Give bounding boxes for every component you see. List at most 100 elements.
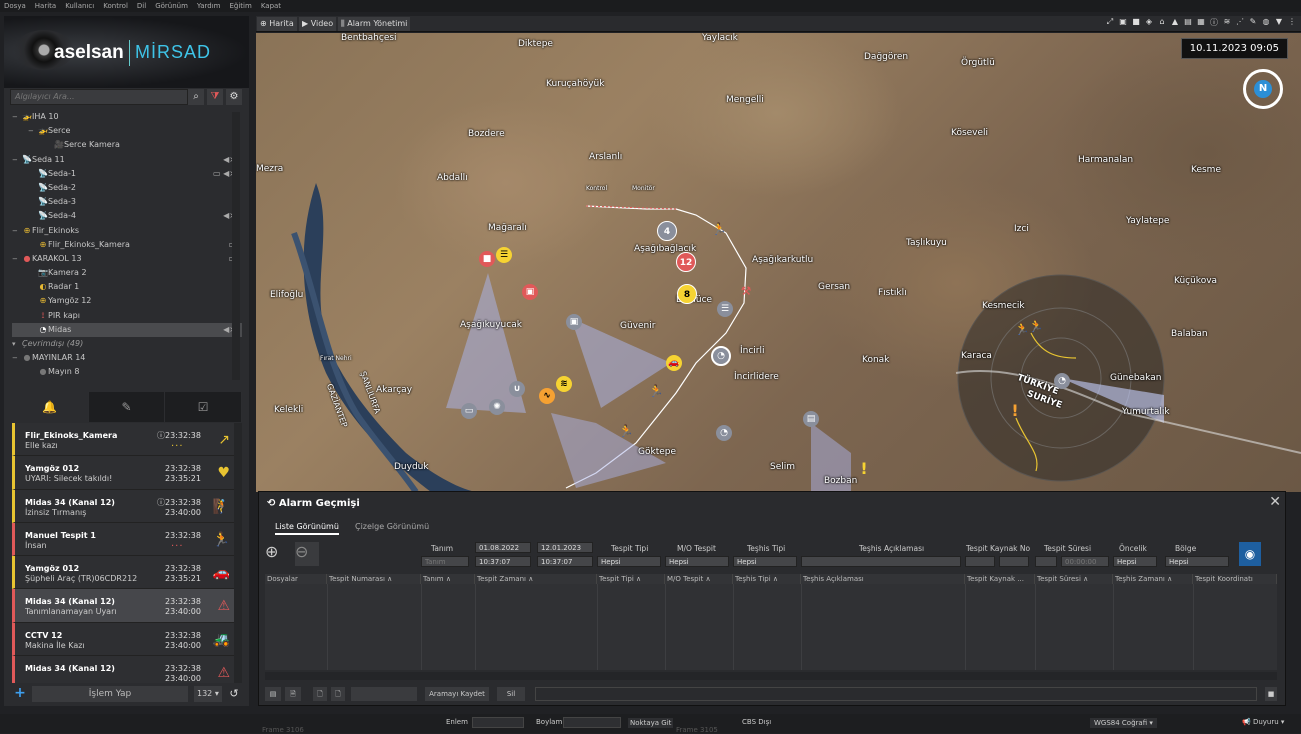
- menu-item-5[interactable]: Görünüm: [155, 2, 188, 10]
- doc-icon[interactable]: 🗋: [331, 687, 345, 701]
- tree-item[interactable]: 📡Seda-1 ▭ ◀×: [12, 167, 242, 181]
- search-icon[interactable]: ⌕: [188, 89, 204, 105]
- tree-item[interactable]: − 🚁IHA 10: [12, 110, 242, 124]
- alert-cluster[interactable]: 8: [677, 284, 697, 304]
- menu-item-2[interactable]: Kullanıcı: [65, 2, 94, 10]
- person-icon[interactable]: 🏃: [1028, 318, 1044, 334]
- camera-marker-icon[interactable]: ▣: [566, 314, 582, 330]
- signal-marker-icon[interactable]: ≋: [556, 376, 572, 392]
- tanim-input[interactable]: Tanım: [421, 556, 469, 567]
- count-select[interactable]: 132 ▾: [194, 686, 222, 702]
- tree-item[interactable]: − 🚁Serce: [12, 124, 242, 138]
- alert-item[interactable]: Midas 34 (Kanal 12) İzinsiz Tırmanış ⓘ 23:3…: [12, 489, 234, 523]
- kaynak-input-2[interactable]: [999, 556, 1029, 567]
- kaynak-input[interactable]: [965, 556, 995, 567]
- tab-timeline-view[interactable]: Çizelge Görünümü: [355, 522, 429, 531]
- mo-select[interactable]: Hepsi: [665, 556, 729, 567]
- saved-search-select[interactable]: [351, 687, 417, 701]
- aciklama-input[interactable]: [801, 556, 961, 567]
- expand-icon[interactable]: ▾: [12, 337, 22, 351]
- pencil-icon[interactable]: ✎: [89, 392, 166, 422]
- alert-cluster[interactable]: 4: [657, 221, 677, 241]
- lat-input[interactable]: [472, 717, 524, 728]
- tab-list-view[interactable]: Liste Görünümü: [275, 522, 339, 535]
- query-field[interactable]: [535, 687, 1257, 701]
- checkbox-icon[interactable]: ☑: [165, 392, 243, 422]
- save-icon[interactable]: 🗎: [285, 687, 301, 701]
- draw-icon[interactable]: ✎: [1248, 17, 1258, 29]
- oncelik-select[interactable]: Hepsi: [1113, 556, 1157, 567]
- action-button[interactable]: İşlem Yap: [32, 686, 188, 702]
- bell-icon[interactable]: 🔔: [12, 392, 89, 422]
- save-search-button[interactable]: Aramayı Kaydet: [425, 687, 489, 701]
- sensor-marker-icon[interactable]: ▤: [803, 411, 819, 427]
- tree-item[interactable]: − ● MAYINLAR 14: [12, 351, 242, 365]
- teshis-select[interactable]: Hepsi: [733, 556, 797, 567]
- tree-item[interactable]: ⊕ Yamgöz 12: [12, 294, 242, 308]
- more-icon[interactable]: ⋮: [1287, 17, 1297, 29]
- table-column-header[interactable]: Teşhis Zamanı ∧: [1113, 574, 1193, 584]
- alert-cluster[interactable]: 12: [676, 252, 696, 272]
- display-icon[interactable]: ▤: [1183, 17, 1193, 29]
- expand-icon[interactable]: −: [12, 110, 22, 124]
- camera-icon[interactable]: ▣: [1118, 17, 1128, 29]
- stack-icon[interactable]: ≋: [1222, 17, 1232, 29]
- grid-icon[interactable]: ▦: [1196, 17, 1206, 29]
- tree-item[interactable]: 📡Seda-2: [12, 181, 242, 195]
- menu-item-3[interactable]: Kontrol: [103, 2, 128, 10]
- table-column-header[interactable]: Tespit Tipi ∧: [597, 574, 665, 584]
- sun-marker-icon[interactable]: ✺: [489, 399, 505, 415]
- alert-item[interactable]: Flir_Ekinoks_Kamera Elle kazı ⓘ 23:32:38...…: [12, 423, 234, 457]
- tree-item[interactable]: 📡Seda-3: [12, 195, 242, 209]
- warning-icon[interactable]: !: [856, 461, 872, 477]
- magnet-marker-icon[interactable]: ∪: [509, 381, 525, 397]
- tree-item[interactable]: − 📡Seda 11 ◀×: [12, 153, 242, 167]
- alert-item[interactable]: Yamgöz 012 UYARI: Silecek takıldı! 23:32:3…: [12, 456, 234, 490]
- radar-marker-icon[interactable]: ◔: [1054, 373, 1070, 389]
- pdf-icon[interactable]: 🗋: [313, 687, 327, 701]
- list-marker-icon[interactable]: ☰: [717, 301, 733, 317]
- compass-icon[interactable]: N: [1243, 69, 1283, 109]
- tree-item[interactable]: ▾ Çevrimdışı (49): [12, 337, 242, 351]
- tree-item[interactable]: ● Mayın 8: [12, 365, 242, 379]
- terrain-icon[interactable]: ▲: [1170, 17, 1180, 29]
- sure-input[interactable]: 00:00:00: [1061, 556, 1109, 567]
- camera-marker-icon[interactable]: ■: [479, 251, 495, 267]
- table-column-header[interactable]: Tanım ∧: [421, 574, 475, 584]
- eye-icon[interactable]: ◉: [1239, 542, 1261, 566]
- person-icon[interactable]: 🏃: [618, 423, 634, 439]
- bolge-select[interactable]: Hepsi: [1165, 556, 1229, 567]
- tree-item[interactable]: − ⊕ Flir_Ekinoks: [12, 224, 242, 238]
- tree-item[interactable]: ⊕Flir_Ekinoks_Kamera▭: [12, 238, 242, 252]
- alert-item[interactable]: CCTV 12 Makina İle Kazı 23:32:38 23:40:00 🚜: [12, 622, 234, 657]
- menu-item-8[interactable]: Kapat: [261, 2, 281, 10]
- expand-icon[interactable]: −: [12, 351, 22, 365]
- excavator-icon[interactable]: ⚒: [738, 283, 754, 299]
- table-column-header[interactable]: Tespit Kaynak ...: [965, 574, 1035, 584]
- alert-item[interactable]: Manuel Tespit 1 İnsan 23:32:38... 🏃: [12, 522, 234, 557]
- sensor-search-input[interactable]: Algılayıcı Ara...: [10, 89, 188, 105]
- tab-video[interactable]: ▶ Video: [299, 17, 337, 31]
- vehicle-marker-icon[interactable]: 🚗: [666, 355, 682, 371]
- tree-item[interactable]: 📷Kamera 2: [12, 266, 242, 280]
- camera-marker-icon[interactable]: ▣: [522, 284, 538, 300]
- tree-item[interactable]: 🎥Serce Kamera: [12, 138, 242, 152]
- fit-icon[interactable]: ⤢: [1105, 17, 1115, 29]
- table-column-header[interactable]: Tespit Zamanı ∧: [475, 574, 597, 584]
- history-icon[interactable]: ↺: [226, 686, 242, 702]
- square-icon[interactable]: ■: [1131, 17, 1141, 29]
- end-time[interactable]: 10:37:07: [537, 556, 593, 567]
- camera-marker-icon[interactable]: ▭: [461, 403, 477, 419]
- menu-item-1[interactable]: Harita: [35, 2, 56, 10]
- seismic-marker-icon[interactable]: ∿: [539, 388, 555, 404]
- info-icon[interactable]: ⓘ: [1209, 17, 1219, 29]
- tab-alarm-management[interactable]: ⫼ Alarm Yönetimi: [338, 17, 411, 31]
- delete-button[interactable]: Sil: [497, 687, 525, 701]
- zoom-in-icon[interactable]: ⊕: [265, 542, 287, 566]
- person-icon[interactable]: 🏃: [648, 383, 664, 399]
- alert-item[interactable]: Yamgöz 012 Şüpheli Araç (TR)06CDR212 23:32…: [12, 556, 234, 590]
- radar-marker-icon[interactable]: ◔: [711, 346, 731, 366]
- table-column-header[interactable]: Tespit Süresi ∧: [1035, 574, 1113, 584]
- tree-item[interactable]: ⟟ PIR kapı: [12, 309, 242, 323]
- funnel-icon[interactable]: ▼: [1274, 17, 1284, 29]
